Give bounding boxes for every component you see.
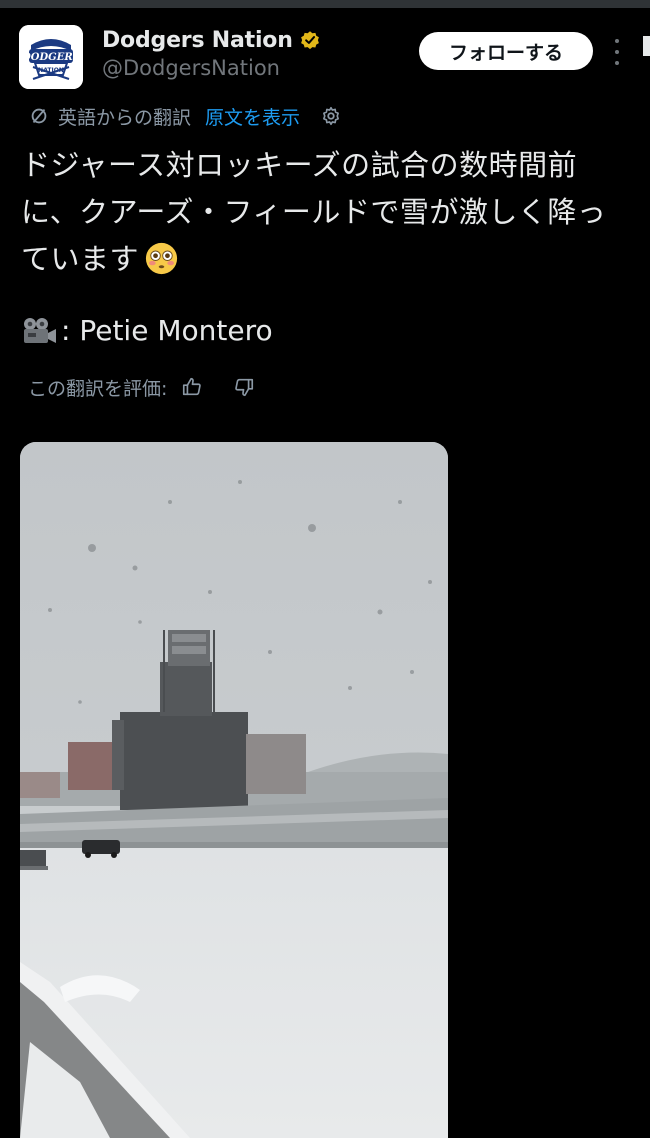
tweet-text-line-3: ています: [21, 236, 626, 283]
avatar[interactable]: DODGERS NATION: [19, 25, 83, 89]
dodgers-nation-logo-icon: DODGERS NATION: [19, 25, 83, 89]
more-options-icon[interactable]: [612, 39, 622, 65]
thumbs-up-icon[interactable]: [181, 376, 203, 398]
handle[interactable]: @DodgersNation: [102, 56, 280, 80]
flushed-face-emoji-icon: [145, 242, 178, 275]
display-name[interactable]: Dodgers Nation: [102, 28, 293, 53]
tweet: DODGERS NATION Dodgers Nation @DodgersNa…: [0, 8, 650, 1138]
tweet-text-line-2: に、クアーズ・フィールドで雪が激しく降っ: [21, 195, 607, 229]
edge-strip: [643, 36, 650, 56]
top-divider: [0, 0, 650, 8]
follow-button[interactable]: フォローする: [419, 32, 593, 70]
tweet-text-line-3-text: ています: [21, 242, 140, 276]
author-name-row[interactable]: Dodgers Nation: [102, 25, 321, 55]
svg-text:DODGERS: DODGERS: [21, 52, 80, 63]
translated-from-label: 英語からの翻訳: [58, 106, 192, 129]
tweet-text-line-1: ドジャース対ロッキーズの試合の数時間前: [21, 148, 578, 182]
video-credit: : Petie Montero: [21, 314, 273, 347]
gear-icon[interactable]: [320, 105, 342, 127]
movie-camera-icon: [24, 317, 56, 343]
verified-badge-icon: [300, 31, 319, 50]
translate-icon: [31, 108, 47, 124]
snowy-stadium-image-icon: [20, 442, 448, 1138]
translation-row: 英語からの翻訳 原文を表示: [28, 102, 342, 130]
rate-translation-label: この翻訳を評価:: [28, 377, 168, 400]
credit-text: : Petie Montero: [61, 314, 273, 347]
show-original-link[interactable]: 原文を表示: [205, 103, 300, 130]
thumbs-down-icon[interactable]: [233, 376, 255, 398]
tweet-video[interactable]: [20, 442, 448, 1138]
rate-translation-row: この翻訳を評価:: [28, 372, 255, 402]
tweet-text: ドジャース対ロッキーズの試合の数時間前 に、クアーズ・フィールドで雪が激しく降っ…: [21, 142, 626, 283]
